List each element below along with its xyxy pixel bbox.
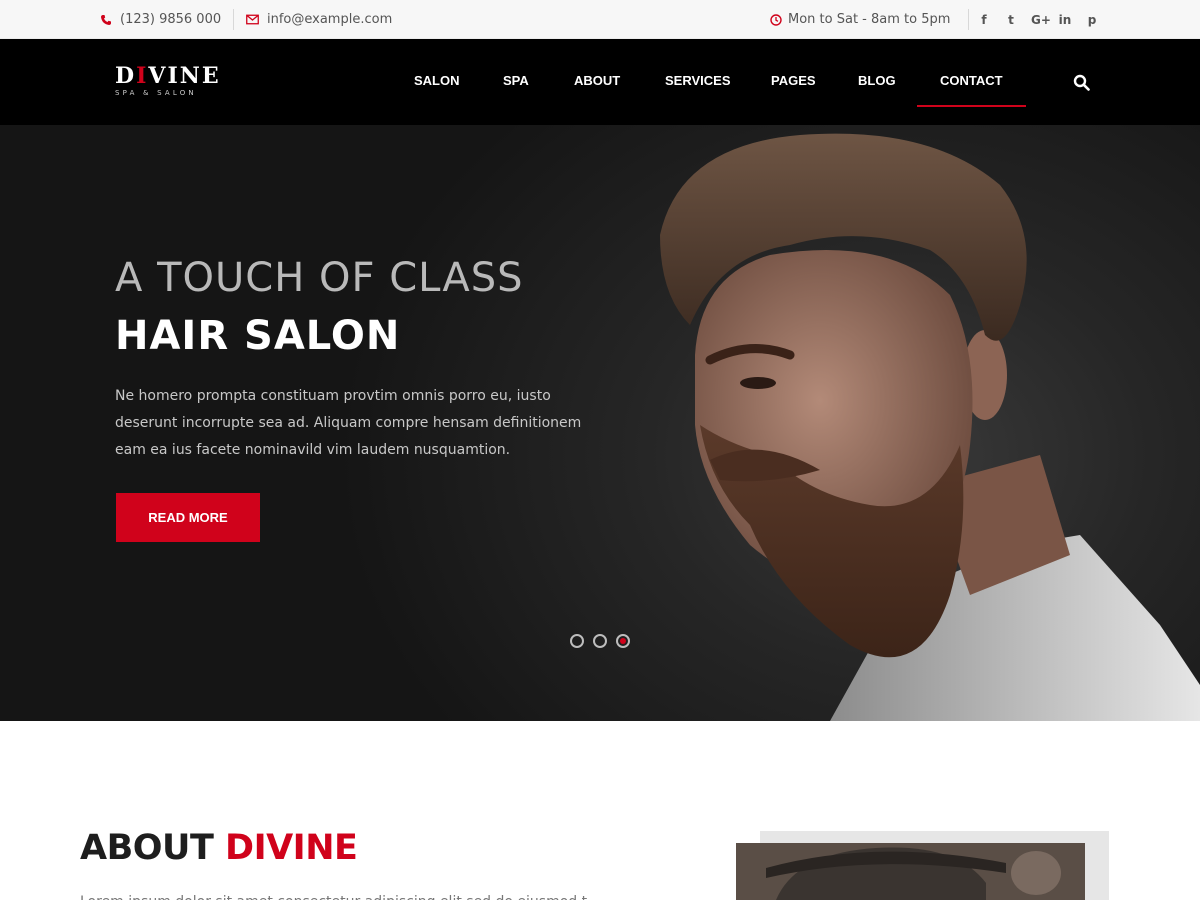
slider-dot-3[interactable] — [616, 634, 630, 648]
nav-item-blog[interactable]: BLOG — [858, 39, 896, 125]
nav-item-services[interactable]: SERVICES — [665, 39, 731, 125]
top-bar: (123) 9856 000 info@example.com Mon to S… — [0, 0, 1200, 39]
logo-tagline: SPA & SALON — [115, 89, 197, 97]
clock-icon — [770, 13, 782, 26]
social-links: f t G+ in p — [977, 0, 1099, 39]
nav-item-salon[interactable]: SALON — [414, 39, 460, 125]
hero-title-line2: HAIR SALON — [115, 313, 401, 359]
linkedin-icon[interactable]: in — [1058, 13, 1072, 27]
search-icon[interactable] — [1073, 74, 1090, 91]
hero-portrait-image — [660, 133, 1200, 721]
about-photo — [736, 843, 1085, 900]
pinterest-icon[interactable]: p — [1085, 13, 1099, 27]
main-header: DIVINE SPA & SALON SALON SPA ABOUT SERVI… — [0, 39, 1200, 125]
read-more-button[interactable]: READ MORE — [116, 493, 260, 542]
topbar-divider — [968, 9, 969, 30]
email-address: info@example.com — [267, 12, 393, 27]
hero-title-line1: A TOUCH OF CLASS — [115, 255, 524, 301]
envelope-icon — [246, 14, 259, 25]
hours-text: Mon to Sat - 8am to 5pm — [788, 12, 951, 27]
twitter-icon[interactable]: t — [1004, 13, 1018, 27]
facebook-icon[interactable]: f — [977, 13, 991, 27]
about-intro-text: Lorem ipsum dolor sit amet consectetur a… — [80, 894, 600, 900]
nav-item-contact[interactable]: CONTACT — [917, 39, 1026, 125]
hero-slider: A TOUCH OF CLASS HAIR SALON Ne homero pr… — [0, 125, 1200, 721]
hero-description: Ne homero prompta constituam provtim omn… — [115, 388, 582, 458]
phone-number: (123) 9856 000 — [120, 12, 222, 27]
google-plus-icon[interactable]: G+ — [1031, 13, 1051, 27]
topbar-divider — [233, 9, 234, 30]
nav-item-about[interactable]: ABOUT — [574, 39, 620, 125]
slider-pagination — [570, 634, 630, 648]
opening-hours: Mon to Sat - 8am to 5pm — [770, 0, 950, 39]
scissors-mark: I — [136, 63, 149, 89]
slider-dot-2[interactable] — [593, 634, 607, 648]
nav-item-spa[interactable]: SPA — [503, 39, 529, 125]
phone-icon — [100, 14, 112, 26]
nav-item-pages[interactable]: PAGES — [771, 39, 816, 125]
contact-email[interactable]: info@example.com — [246, 0, 392, 39]
site-logo[interactable]: DIVINE SPA & SALON — [115, 64, 225, 102]
contact-phone[interactable]: (123) 9856 000 — [100, 0, 221, 39]
about-heading: ABOUT DIVINE — [80, 828, 358, 868]
logo-wordmark: DIVINE — [115, 63, 221, 89]
slider-dot-1[interactable] — [570, 634, 584, 648]
